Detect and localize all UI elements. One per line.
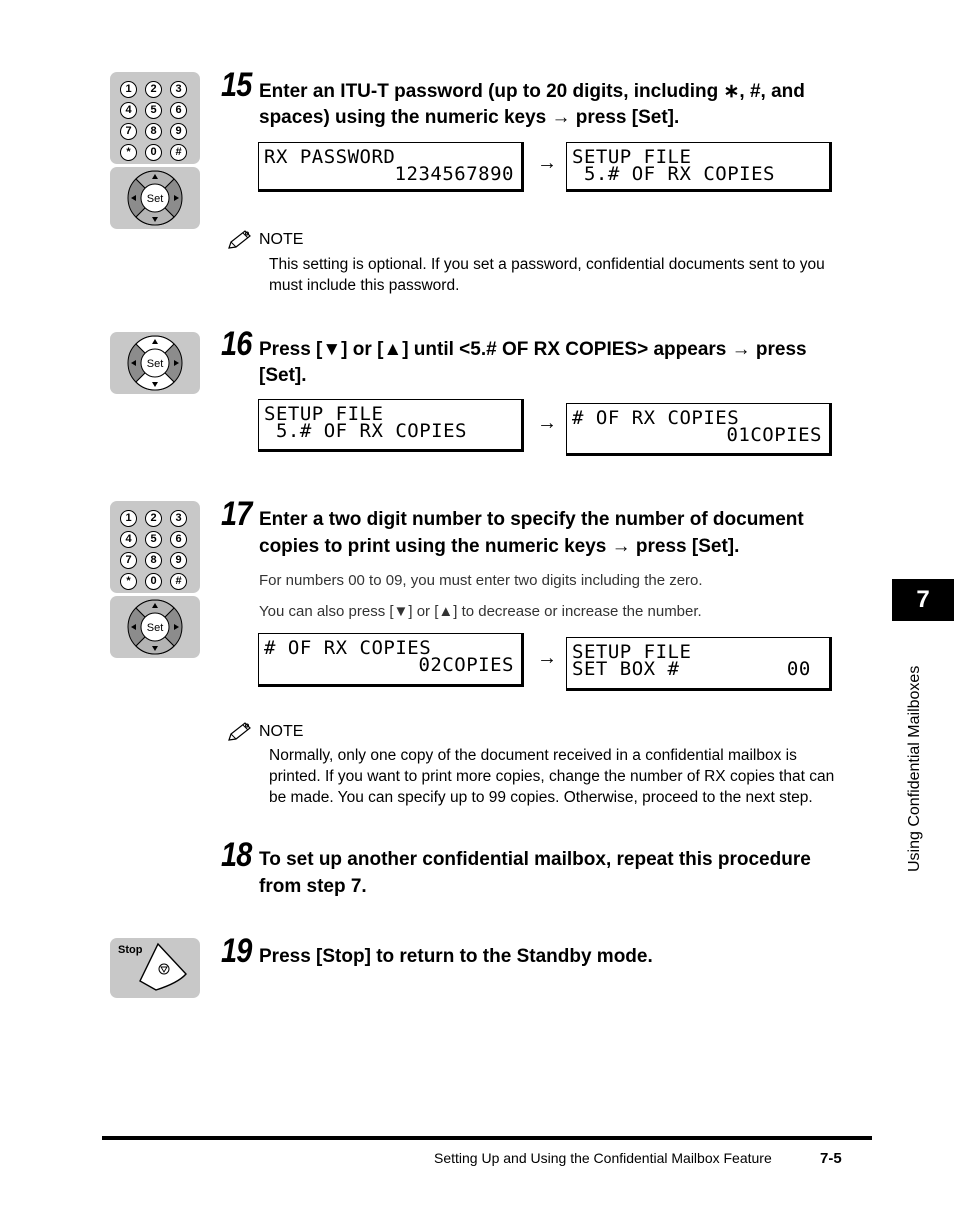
step-19-number: 19: [221, 932, 252, 970]
step-18-instruction-line2: from step 7.: [259, 876, 367, 897]
step-17-instruction-line1: Enter a two digit number to specify the …: [259, 509, 804, 530]
step-15-instruction-line1: Enter an ITU-T password (up to 20 digits…: [259, 81, 805, 102]
arrow-icon: →: [537, 412, 557, 434]
key-2-icon: 2: [145, 510, 162, 527]
step-17-detail-line1: For numbers 00 to 09, you must enter two…: [259, 572, 703, 589]
set-key-label: Set: [147, 193, 164, 205]
lcd-line2: SET BOX # 00: [572, 658, 811, 680]
key-9-icon: 9: [170, 552, 187, 569]
key-0-icon: 0: [145, 573, 162, 590]
lcd-line2: 02COPIES: [418, 654, 514, 676]
lcd-display-setup-file: SETUP FILE 5.# OF RX COPIES: [566, 142, 832, 192]
set-dial-icon: Set: [127, 170, 183, 226]
lcd-display-set-box: SETUP FILE SET BOX # 00: [566, 637, 832, 691]
chapter-label: Using Confidential Mailboxes: [906, 665, 923, 872]
key-5-icon: 5: [145, 531, 162, 548]
key-3-icon: 3: [170, 81, 187, 98]
set-dial-icon: Set: [127, 335, 183, 391]
arrow-icon: →: [537, 152, 557, 174]
lcd-line2: 01COPIES: [726, 424, 822, 446]
step-19-instruction-line1: Press [Stop] to return to the Standby mo…: [259, 946, 653, 967]
set-dial-icon: Set: [127, 599, 183, 655]
page-number: 7-5: [820, 1150, 842, 1167]
lcd-display-rx-copies: # OF RX COPIES 02COPIES: [258, 633, 524, 687]
note-body-line3: be made. You can specify up to 99 copies…: [269, 789, 813, 806]
key-5-icon: 5: [145, 102, 162, 119]
key-hash-icon: #: [170, 573, 187, 590]
step-17-instruction-line2: copies to print using the numeric keys →…: [259, 536, 740, 557]
key-3-icon: 3: [170, 510, 187, 527]
lcd-display-rx-copies: # OF RX COPIES 01COPIES: [566, 403, 832, 456]
lcd-line1: RX PASSWORD: [264, 146, 396, 168]
set-navpad-illustration: Set: [110, 167, 200, 229]
step-16-instruction-line2: [Set].: [259, 365, 307, 386]
key-8-icon: 8: [145, 552, 162, 569]
numeric-keypad-illustration: 1 2 3 4 5 6 7 8 9 * 0 #: [110, 501, 200, 593]
note-body-line2: printed. If you want to print more copie…: [269, 768, 835, 785]
note-body-line1: Normally, only one copy of the document …: [269, 747, 797, 764]
key-2-icon: 2: [145, 81, 162, 98]
arrow-icon: →: [537, 647, 557, 669]
stop-key-illustration: Stop: [110, 938, 200, 998]
set-key-label: Set: [147, 622, 164, 634]
set-navpad-illustration: Set: [110, 332, 200, 394]
key-0-icon: 0: [145, 144, 162, 161]
note-body-line1: This setting is optional. If you set a p…: [269, 256, 825, 273]
key-1-icon: 1: [120, 81, 137, 98]
set-navpad-illustration: Set: [110, 596, 200, 658]
note-body-line2: must include this password.: [269, 277, 460, 294]
stop-button-icon: [139, 942, 187, 991]
key-7-icon: 7: [120, 123, 137, 140]
step-18-number: 18: [221, 836, 252, 874]
lcd-line2: 5.# OF RX COPIES: [572, 163, 775, 185]
step-15-number: 15: [221, 66, 252, 104]
footer-section-title: Setting Up and Using the Confidential Ma…: [434, 1150, 772, 1166]
step-16-number: 16: [221, 325, 252, 363]
lcd-line1: # OF RX COPIES: [572, 407, 740, 429]
step-16-instruction-line1: Press [▼] or [▲] until <5.# OF RX COPIES…: [259, 339, 807, 360]
key-hash-icon: #: [170, 144, 187, 161]
step-18-instruction-line1: To set up another confidential mailbox, …: [259, 849, 811, 870]
footer-divider: [102, 1136, 872, 1140]
step-15-instruction-line2: spaces) using the numeric keys → press […: [259, 107, 680, 128]
key-1-icon: 1: [120, 510, 137, 527]
lcd-display-rx-password: RX PASSWORD 1234567890: [258, 142, 524, 192]
key-4-icon: 4: [120, 102, 137, 119]
lcd-line2: 1234567890: [394, 163, 514, 185]
key-star-icon: *: [120, 144, 137, 161]
pencil-note-icon: [228, 722, 251, 741]
note-heading: NOTE: [259, 231, 304, 248]
key-8-icon: 8: [145, 123, 162, 140]
step-17-detail-line2: You can also press [▼] or [▲] to decreas…: [259, 603, 702, 620]
lcd-line1: # OF RX COPIES: [264, 637, 432, 659]
note-heading: NOTE: [259, 723, 304, 740]
lcd-display-setup-file: SETUP FILE 5.# OF RX COPIES: [258, 399, 524, 452]
lcd-line2: 5.# OF RX COPIES: [264, 420, 467, 442]
step-17-number: 17: [221, 495, 252, 533]
pencil-note-icon: [228, 230, 251, 249]
key-6-icon: 6: [170, 102, 187, 119]
set-key-label: Set: [147, 358, 164, 370]
chapter-tab: 7: [892, 579, 954, 621]
numeric-keypad-illustration: 1 2 3 4 5 6 7 8 9 * 0 #: [110, 72, 200, 164]
key-star-icon: *: [120, 573, 137, 590]
key-7-icon: 7: [120, 552, 137, 569]
key-6-icon: 6: [170, 531, 187, 548]
key-4-icon: 4: [120, 531, 137, 548]
key-9-icon: 9: [170, 123, 187, 140]
